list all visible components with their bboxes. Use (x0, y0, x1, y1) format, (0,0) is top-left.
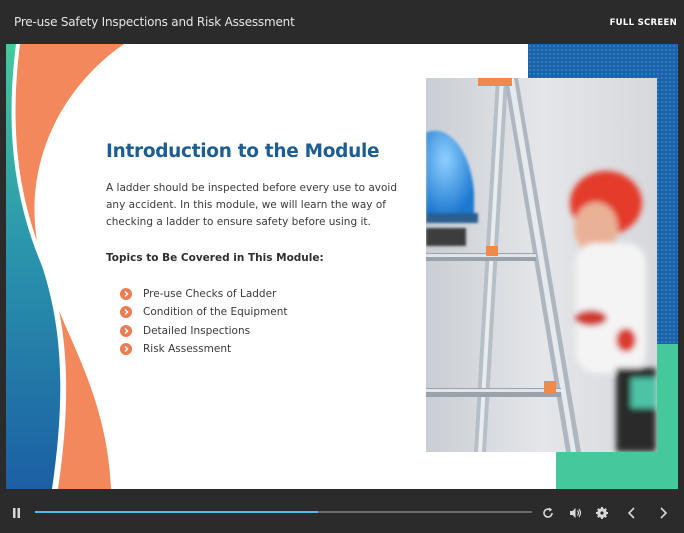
list-item: Detailed Inspections (120, 323, 287, 341)
topics-list: Pre-use Checks of Ladder Condition of th… (120, 286, 287, 359)
progress-fill (35, 511, 319, 513)
slide-heading: Introduction to the Module (106, 141, 380, 162)
settings-icon[interactable] (596, 506, 608, 524)
list-item: Condition of the Equipment (120, 304, 287, 322)
left-wave-decoration (6, 44, 124, 489)
progress-bar[interactable] (35, 511, 532, 513)
volume-icon[interactable] (569, 506, 582, 524)
topic-label: Pre-use Checks of Ladder (143, 288, 277, 300)
topic-label: Risk Assessment (143, 342, 232, 355)
replay-icon[interactable] (542, 506, 554, 524)
chevron-right-bullet-icon (120, 324, 132, 337)
topic-label: Condition of the Equipment (143, 306, 288, 319)
player-controls (0, 489, 684, 533)
topics-heading: Topics to Be Covered in This Module: (106, 252, 324, 264)
chevron-right-bullet-icon (120, 306, 132, 319)
slide: Introduction to the Module A ladder shou… (6, 44, 678, 489)
full-screen-button[interactable]: FULL SCREEN (610, 18, 677, 28)
course-title: Pre-use Safety Inspections and Risk Asse… (14, 15, 295, 29)
chevron-right-bullet-icon (120, 342, 132, 355)
chevron-left-icon[interactable] (627, 506, 636, 524)
top-bar: Pre-use Safety Inspections and Risk Asse… (0, 0, 684, 44)
intro-paragraph: A ladder should be inspected before ever… (106, 182, 398, 228)
pause-icon[interactable] (12, 506, 22, 524)
chevron-right-icon[interactable] (659, 506, 668, 524)
ladder-worker-photo (426, 78, 657, 452)
list-item: Pre-use Checks of Ladder (120, 286, 287, 304)
chevron-right-bullet-icon (120, 288, 132, 300)
list-item: Risk Assessment (120, 341, 287, 359)
topic-label: Detailed Inspections (143, 324, 251, 337)
